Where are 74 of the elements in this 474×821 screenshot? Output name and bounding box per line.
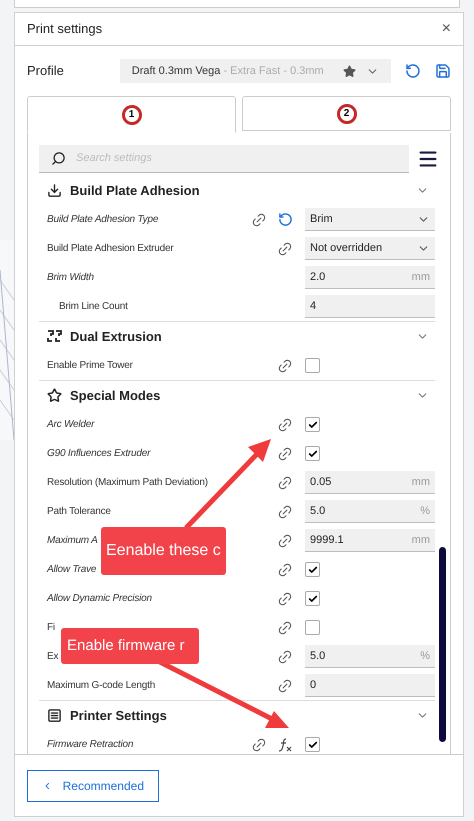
- checkbox[interactable]: [305, 446, 320, 461]
- unit-label: %: [420, 504, 430, 519]
- input-field[interactable]: 0: [305, 674, 435, 697]
- input-field[interactable]: 4: [305, 295, 435, 318]
- reset-icon[interactable]: [405, 63, 422, 79]
- section-title: Dual Extrusion: [70, 328, 162, 346]
- setting-label: Resolution (Maximum Path Deviation): [47, 476, 209, 490]
- reset-icon[interactable]: [278, 212, 292, 227]
- checkbox[interactable]: [305, 620, 320, 635]
- check-icon: [308, 740, 318, 750]
- field-value: 0.05: [310, 474, 332, 490]
- setting-label: Arc Welder: [47, 418, 96, 432]
- close-button[interactable]: ×: [442, 17, 451, 41]
- tab[interactable]: 1: [27, 96, 236, 133]
- section-title: Build Plate Adhesion: [70, 182, 200, 200]
- field-value: 5.0: [310, 648, 326, 664]
- recommended-button[interactable]: Recommended: [27, 770, 159, 802]
- unit-label: %: [420, 648, 430, 664]
- checkbox[interactable]: [305, 417, 320, 432]
- setting-label: Allow Trave: [47, 563, 98, 577]
- field-value: 0: [310, 678, 316, 693]
- field-value: 4: [310, 298, 316, 314]
- unit-label: mm: [412, 474, 430, 490]
- check-icon: [308, 594, 318, 604]
- setting-label: Ex: [47, 650, 60, 664]
- callout: Enable firmware r: [61, 628, 199, 664]
- dropdown[interactable]: Not overridden: [305, 237, 435, 260]
- setting-label: Build Plate Adhesion Extruder: [47, 242, 175, 256]
- field-value: 9999.1: [310, 532, 344, 548]
- profile-label: Profile: [27, 62, 65, 80]
- check-icon: [308, 564, 318, 574]
- field-value: 2.0: [310, 270, 326, 285]
- check-icon: [308, 420, 318, 430]
- input-field[interactable]: 9999.1 mm: [305, 529, 435, 552]
- download-icon: [47, 183, 62, 198]
- nozzles-icon: [47, 329, 62, 344]
- tab[interactable]: 2: [242, 96, 451, 131]
- star-icon[interactable]: [343, 64, 356, 78]
- setting-label: Path Tolerance: [47, 505, 112, 519]
- number-badge: 2: [336, 104, 356, 124]
- setting-label: Firmware Retraction: [47, 738, 134, 752]
- window-title: Print settings: [27, 20, 102, 38]
- panel-icon: [47, 708, 62, 723]
- input-field[interactable]: 0.05 mm: [305, 471, 435, 494]
- setting-label: Enable Prime Tower: [47, 359, 134, 373]
- checkbox[interactable]: [305, 562, 320, 577]
- setting-label: Fi: [47, 621, 56, 635]
- star-icon: [47, 388, 62, 403]
- dropdown[interactable]: Brim: [305, 208, 435, 231]
- field-value: 5.0: [310, 504, 326, 519]
- search-icon: [51, 151, 66, 166]
- scrollbar[interactable]: [439, 547, 446, 742]
- setting-label: Maximum A: [47, 534, 99, 548]
- setting-label: Allow Dynamic Precision: [47, 592, 153, 606]
- callout: Eenable these c: [101, 527, 226, 575]
- save-icon[interactable]: [435, 63, 451, 79]
- section-title: Special Modes: [70, 386, 160, 405]
- number-badge: 1: [122, 104, 142, 124]
- unit-label: mm: [412, 532, 430, 548]
- profile-dropdown[interactable]: Draft 0.3mm Vega - Extra Fast - 0.3mm: [120, 59, 392, 83]
- checkbox[interactable]: [305, 358, 320, 373]
- setting-label: G90 Influences Extruder: [47, 447, 152, 461]
- input-field[interactable]: 2.0 mm: [305, 266, 435, 289]
- unit-label: mm: [412, 270, 430, 285]
- check-icon: [308, 448, 318, 458]
- setting-label: Brim Line Count: [58, 300, 129, 314]
- checkbox[interactable]: [305, 737, 320, 752]
- setting-label: Brim Width: [47, 271, 95, 285]
- section-title: Printer Settings: [70, 706, 167, 725]
- input-field[interactable]: 5.0 %: [305, 500, 435, 523]
- checkbox[interactable]: [305, 591, 320, 606]
- input-field[interactable]: 5.0 %: [305, 645, 435, 668]
- setting-label: Build Plate Adhesion Type: [47, 213, 160, 227]
- setting-label: Maximum G-code Length: [47, 679, 156, 693]
